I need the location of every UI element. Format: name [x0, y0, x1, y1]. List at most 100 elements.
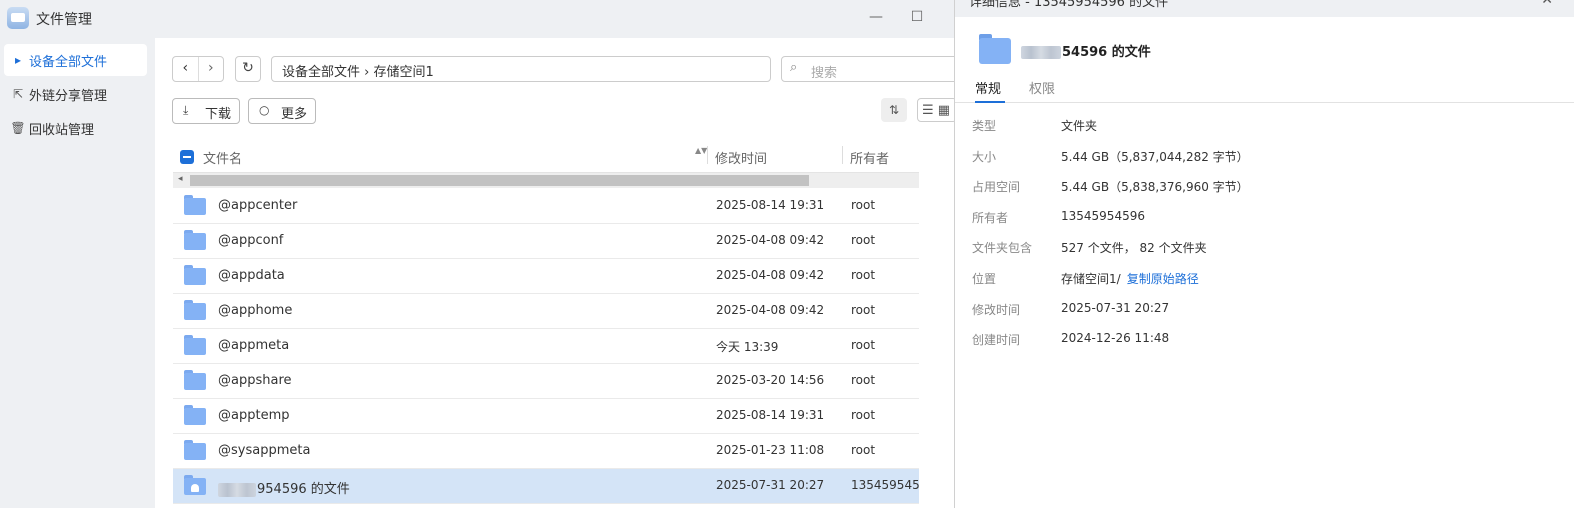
view-mode-toggle[interactable]: ☰ ▦ [917, 98, 957, 122]
table-row[interactable]: 954596 的文件 2025-07-31 20:27 1354595459 [173, 469, 919, 504]
property-value: 2025-07-31 20:27 [1061, 301, 1170, 315]
sidebar-item-all-files[interactable]: ▸ 设备全部文件 [4, 44, 147, 76]
breadcrumb: 设备全部文件 › 存储空间1 [282, 65, 434, 80]
tab-permissions[interactable]: 权限 [1029, 78, 1055, 97]
more-button[interactable]: ○ 更多 [248, 98, 316, 124]
caret-right-icon: ▸ [14, 53, 22, 67]
tab-general[interactable]: 常规 [975, 78, 1001, 97]
column-header-name[interactable]: 文件名 [203, 148, 242, 167]
file-modified-time: 2025-08-14 19:31 [716, 198, 825, 212]
close-icon[interactable]: ✕ [1541, 0, 1553, 8]
file-owner: root [851, 443, 876, 457]
property-value: 13545954596 [1061, 209, 1145, 223]
column-divider[interactable] [842, 146, 843, 164]
download-button[interactable]: ⤓ 下载 [172, 98, 240, 124]
folder-icon [184, 440, 206, 460]
column-divider[interactable] [707, 146, 708, 164]
file-name: @apptemp [218, 408, 290, 423]
redacted-text [1021, 46, 1061, 59]
redacted-text [218, 482, 256, 497]
property-value: 5.44 GB（5,838,376,960 字节） [1061, 180, 1249, 194]
sidebar-item-share-links[interactable]: ⇱ 外链分享管理 [4, 78, 147, 110]
file-owner: root [851, 373, 876, 387]
folder-icon [184, 335, 206, 355]
sidebar-item-recycle-bin[interactable]: 🗑 回收站管理 [4, 112, 147, 144]
search-input[interactable]: ⌕ 搜索 [781, 56, 963, 82]
file-rows: @appcenter 2025-08-14 19:31 root @appconf 20… [173, 189, 919, 504]
property-key: 创建时间 [972, 333, 1021, 347]
sidebar-item-label: 回收站管理 [29, 123, 95, 138]
property-value: 2024-12-26 11:48 [1061, 331, 1170, 345]
file-manager-app-icon [7, 7, 29, 29]
file-name: @appconf [218, 233, 284, 248]
file-modified-time: 2025-07-31 20:27 [716, 478, 825, 492]
table-row[interactable]: @apptemp 2025-08-14 19:31 root [173, 399, 919, 434]
property-key: 大小 [972, 150, 997, 164]
file-modified-time: 2025-04-08 09:42 [716, 268, 825, 282]
back-button[interactable]: ‹ [173, 57, 199, 81]
file-owner: root [851, 303, 876, 317]
property-value: 文件夹 [1061, 119, 1098, 133]
sidebar-item-label: 外链分享管理 [29, 89, 108, 104]
property-key: 位置 [972, 272, 997, 286]
property-key: 文件夹包含 [972, 241, 1033, 255]
sort-button[interactable]: ⇅ [881, 98, 907, 122]
search-placeholder: 搜索 [811, 66, 838, 81]
file-name: @appcenter [218, 198, 298, 213]
folder-icon [184, 230, 206, 250]
column-header-modified[interactable]: 修改时间 [715, 148, 767, 167]
file-owner: root [851, 408, 876, 422]
details-panel: 详细信息 - 13545954596 的文件 ✕ 54596 的文件 常规 权限… [954, 0, 1574, 508]
user-folder-icon [184, 475, 206, 495]
folder-icon [979, 34, 1011, 64]
search-icon: ⌕ [790, 60, 798, 75]
folder-icon [184, 370, 206, 390]
path-bar[interactable]: 设备全部文件 › 存储空间1 [271, 56, 771, 82]
sort-indicator-icon: ▲▼ [695, 146, 708, 155]
trash-icon: 🗑 [10, 121, 26, 135]
file-owner: 1354595459 [851, 478, 919, 492]
property-key: 占用空间 [972, 180, 1021, 194]
table-row[interactable]: @apphome 2025-04-08 09:42 root [173, 294, 919, 329]
minimize-button[interactable]: — [866, 9, 886, 25]
download-icon: ⤓ [183, 103, 189, 117]
table-row[interactable]: @appdata 2025-04-08 09:42 root [173, 259, 919, 294]
scroll-left-icon[interactable]: ◂ [178, 174, 183, 184]
property-key: 所有者 [972, 211, 1009, 225]
maximize-button[interactable]: ☐ [907, 9, 927, 25]
active-tab-indicator [975, 101, 1005, 103]
more-label: 更多 [281, 107, 308, 122]
table-row[interactable]: @sysappmeta 2025-01-23 11:08 root [173, 434, 919, 469]
file-modified-time: 2025-03-20 14:56 [716, 373, 825, 387]
select-all-checkbox[interactable] [180, 150, 194, 164]
folder-icon [184, 195, 206, 215]
folder-icon [184, 300, 206, 320]
table-row[interactable]: @appconf 2025-04-08 09:42 root [173, 224, 919, 259]
property-value: 5.44 GB（5,837,044,282 字节） [1061, 150, 1249, 164]
more-icon: ○ [259, 103, 270, 117]
table-row[interactable]: @appmeta 今天 13:39 root [173, 329, 919, 364]
table-row[interactable]: @appshare 2025-03-20 14:56 root [173, 364, 919, 399]
forward-button[interactable]: › [199, 57, 224, 81]
copy-original-path-link[interactable]: 复制原始路径 [1127, 272, 1199, 286]
folder-icon [184, 405, 206, 425]
property-value: 存储空间1/复制原始路径 [1061, 272, 1199, 286]
share-link-icon: ⇱ [12, 87, 24, 101]
table-header: 文件名 ▲▼ 修改时间 所有者 [173, 140, 919, 173]
file-modified-time: 2025-04-08 09:42 [716, 303, 825, 317]
refresh-button[interactable]: ↻ [235, 56, 261, 82]
file-owner: root [851, 198, 876, 212]
file-modified-time: 今天 13:39 [716, 340, 779, 354]
scrollbar-thumb[interactable] [190, 175, 809, 186]
file-name: @appdata [218, 268, 285, 283]
details-tabs: 常规 权限 [955, 76, 1574, 103]
file-owner: root [851, 338, 876, 352]
folder-icon [184, 265, 206, 285]
details-title: 详细信息 - 13545954596 的文件 [969, 0, 1169, 10]
horizontal-scrollbar[interactable]: ◂ [173, 173, 919, 188]
download-label: 下载 [205, 107, 232, 122]
table-row[interactable]: @appcenter 2025-08-14 19:31 root [173, 189, 919, 224]
column-header-owner[interactable]: 所有者 [850, 148, 889, 167]
property-key: 类型 [972, 119, 997, 133]
file-owner: root [851, 233, 876, 247]
